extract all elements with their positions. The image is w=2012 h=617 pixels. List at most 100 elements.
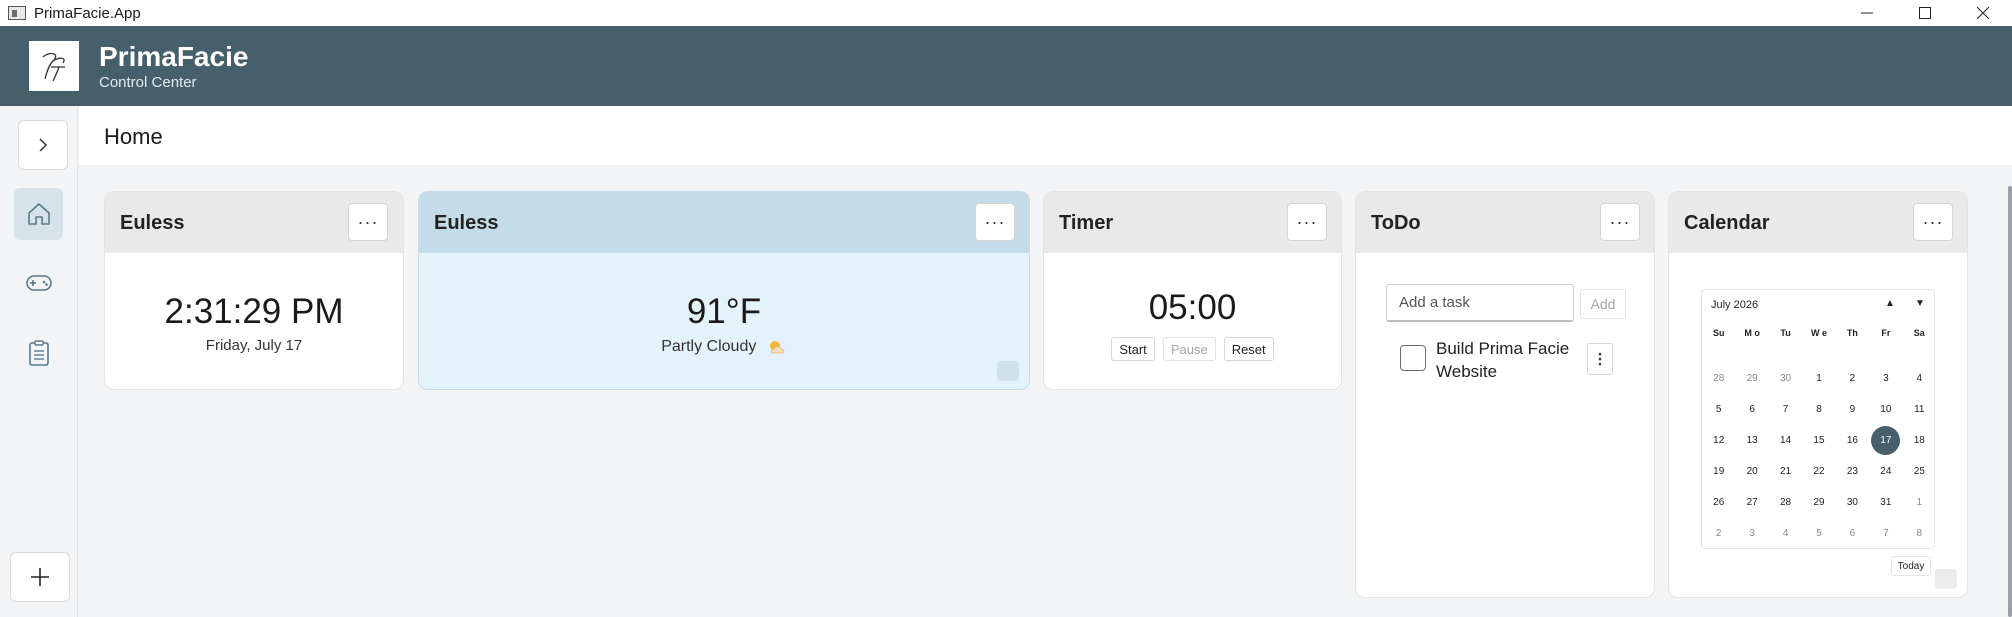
- calendar-day[interactable]: 25: [1903, 456, 1936, 487]
- calendar-day[interactable]: 4: [1903, 363, 1936, 394]
- todo-add-button[interactable]: Add: [1580, 289, 1626, 319]
- calendar-month-label[interactable]: July 2026: [1711, 299, 1758, 311]
- calendar-day[interactable]: 4: [1769, 518, 1802, 549]
- calendar-day[interactable]: 5: [1802, 518, 1835, 549]
- weather-resize-handle[interactable]: [997, 361, 1019, 381]
- todo-item-text: Build Prima Facie Website: [1436, 339, 1570, 381]
- calendar-day[interactable]: 29: [1802, 487, 1835, 518]
- calendar-weekday: M o: [1744, 328, 1760, 338]
- page-scrollbar[interactable]: [2008, 186, 2012, 617]
- todo-widget-header[interactable]: ToDo ···: [1356, 192, 1654, 253]
- calendar-day[interactable]: 5: [1702, 394, 1735, 425]
- gamepad-icon: [25, 275, 52, 291]
- plus-icon: [31, 568, 49, 586]
- timer-start-button[interactable]: Start: [1111, 337, 1155, 361]
- todo-item-menu-button[interactable]: [1587, 343, 1613, 375]
- app-logo: [29, 41, 79, 91]
- calendar-day[interactable]: 20: [1735, 456, 1768, 487]
- calendar-day[interactable]: 6: [1836, 518, 1869, 549]
- timer-widget-header[interactable]: Timer ···: [1044, 192, 1341, 253]
- clock-time: 2:31:29 PM: [164, 292, 344, 331]
- brand: PrimaFacie Control Center: [99, 41, 248, 91]
- clock-more-button[interactable]: ···: [348, 203, 388, 241]
- page-title: Home: [104, 124, 163, 149]
- calendar-day[interactable]: 16: [1836, 425, 1869, 456]
- calendar-day[interactable]: 1: [1903, 487, 1936, 518]
- calendar-day[interactable]: 2: [1836, 363, 1869, 394]
- calendar-day[interactable]: 24: [1869, 456, 1902, 487]
- weather-widget-title: Euless: [434, 212, 499, 234]
- calendar-prev-icon[interactable]: ▲: [1885, 298, 1895, 309]
- calendar-day[interactable]: 19: [1702, 456, 1735, 487]
- calendar-day[interactable]: 15: [1802, 425, 1835, 456]
- todo-checkbox[interactable]: [1400, 345, 1426, 371]
- calendar-day[interactable]: 29: [1735, 363, 1768, 394]
- clock-widget-header[interactable]: Euless ···: [105, 192, 403, 253]
- home-icon: [27, 203, 50, 225]
- timer-more-button[interactable]: ···: [1287, 203, 1327, 241]
- calendar-day[interactable]: 10: [1869, 394, 1902, 425]
- maximize-icon[interactable]: [1896, 0, 1954, 26]
- calendar-day[interactable]: 27: [1735, 487, 1768, 518]
- add-widget-button[interactable]: [10, 552, 70, 602]
- sidebar: [0, 106, 78, 617]
- calendar-day[interactable]: 9: [1836, 394, 1869, 425]
- calendar-day[interactable]: 2: [1702, 518, 1735, 549]
- calendar-day[interactable]: 13: [1735, 425, 1768, 456]
- calendar-next-icon[interactable]: ▼: [1915, 298, 1925, 309]
- weather-condition-row: Partly Cloudy: [419, 338, 1029, 356]
- calendar-day[interactable]: 23: [1836, 456, 1869, 487]
- timer-pause-button[interactable]: Pause: [1162, 337, 1216, 361]
- calendar-day[interactable]: 3: [1735, 518, 1768, 549]
- calendar-day[interactable]: 11: [1903, 394, 1936, 425]
- todo-more-button[interactable]: ···: [1600, 203, 1640, 241]
- window-controls: [1838, 0, 2012, 26]
- calendar-day[interactable]: 7: [1869, 518, 1902, 549]
- todo-widget-title: ToDo: [1371, 212, 1421, 234]
- todo-input[interactable]: Add a task: [1386, 284, 1574, 322]
- calendar-resize-handle[interactable]: [1935, 569, 1957, 589]
- calendar-day[interactable]: 14: [1769, 425, 1802, 456]
- calendar-widget-header[interactable]: Calendar ···: [1669, 192, 1967, 253]
- calendar-selected-day[interactable]: 17: [1871, 426, 1901, 455]
- calendar-day[interactable]: 1: [1802, 363, 1835, 394]
- calendar-weekday: Su: [1712, 328, 1725, 338]
- calendar-weekday: Th: [1846, 328, 1858, 338]
- calendar-day[interactable]: 18: [1903, 425, 1936, 456]
- sidebar-item-tasks[interactable]: [14, 328, 63, 378]
- calendar-grid: Su M o Tu W e Th Fr Sa 28 29 30 1 2 3 4 5 6 7 8 9 10 11 12 13 1…: [1702, 325, 1936, 549]
- calendar-day[interactable]: 30: [1769, 363, 1802, 394]
- calendar-day[interactable]: 31: [1869, 487, 1902, 518]
- sidebar-expand-button[interactable]: [18, 120, 68, 170]
- calendar-day[interactable]: 12: [1702, 425, 1735, 456]
- sidebar-item-home[interactable]: [14, 188, 63, 240]
- calendar-day[interactable]: 26: [1702, 487, 1735, 518]
- calendar-day[interactable]: 8: [1802, 394, 1835, 425]
- calendar-day[interactable]: 8: [1903, 518, 1936, 549]
- weather-widget: Euless ··· 91°F Partly Cloudy: [418, 191, 1030, 390]
- timer-value: 05:00: [1148, 288, 1237, 327]
- calendar-weekday: W e: [1810, 328, 1827, 338]
- calendar-today-button[interactable]: Today: [1891, 556, 1931, 576]
- calendar-weekday: Tu: [1780, 328, 1791, 338]
- timer-reset-button[interactable]: Reset: [1223, 337, 1274, 361]
- calendar-day[interactable]: 28: [1702, 363, 1735, 394]
- calendar-day[interactable]: 22: [1802, 456, 1835, 487]
- close-icon[interactable]: [1954, 0, 2012, 26]
- calendar-day[interactable]: 30: [1836, 487, 1869, 518]
- calendar-day[interactable]: 21: [1769, 456, 1802, 487]
- calendar-day[interactable]: 7: [1769, 394, 1802, 425]
- calendar-day[interactable]: 3: [1869, 363, 1902, 394]
- calendar-day[interactable]: 17: [1869, 425, 1902, 456]
- partly-cloudy-icon: [769, 340, 784, 354]
- calendar-view: July 2026 ▲ ▼ Su M o Tu W e Th Fr Sa 28 29 30 1 2 3 4…: [1701, 289, 1935, 549]
- weather-more-button[interactable]: ···: [975, 203, 1015, 241]
- clock-date: Friday, July 17: [205, 337, 303, 354]
- weather-widget-header[interactable]: Euless ···: [419, 192, 1029, 253]
- calendar-more-button[interactable]: ···: [1913, 203, 1953, 241]
- calendar-day[interactable]: 28: [1769, 487, 1802, 518]
- calendar-day[interactable]: 6: [1735, 394, 1768, 425]
- minimize-icon[interactable]: [1838, 0, 1896, 26]
- window-title-bar: PrimaFacie.App: [0, 0, 2012, 26]
- sidebar-item-games[interactable]: [14, 258, 63, 308]
